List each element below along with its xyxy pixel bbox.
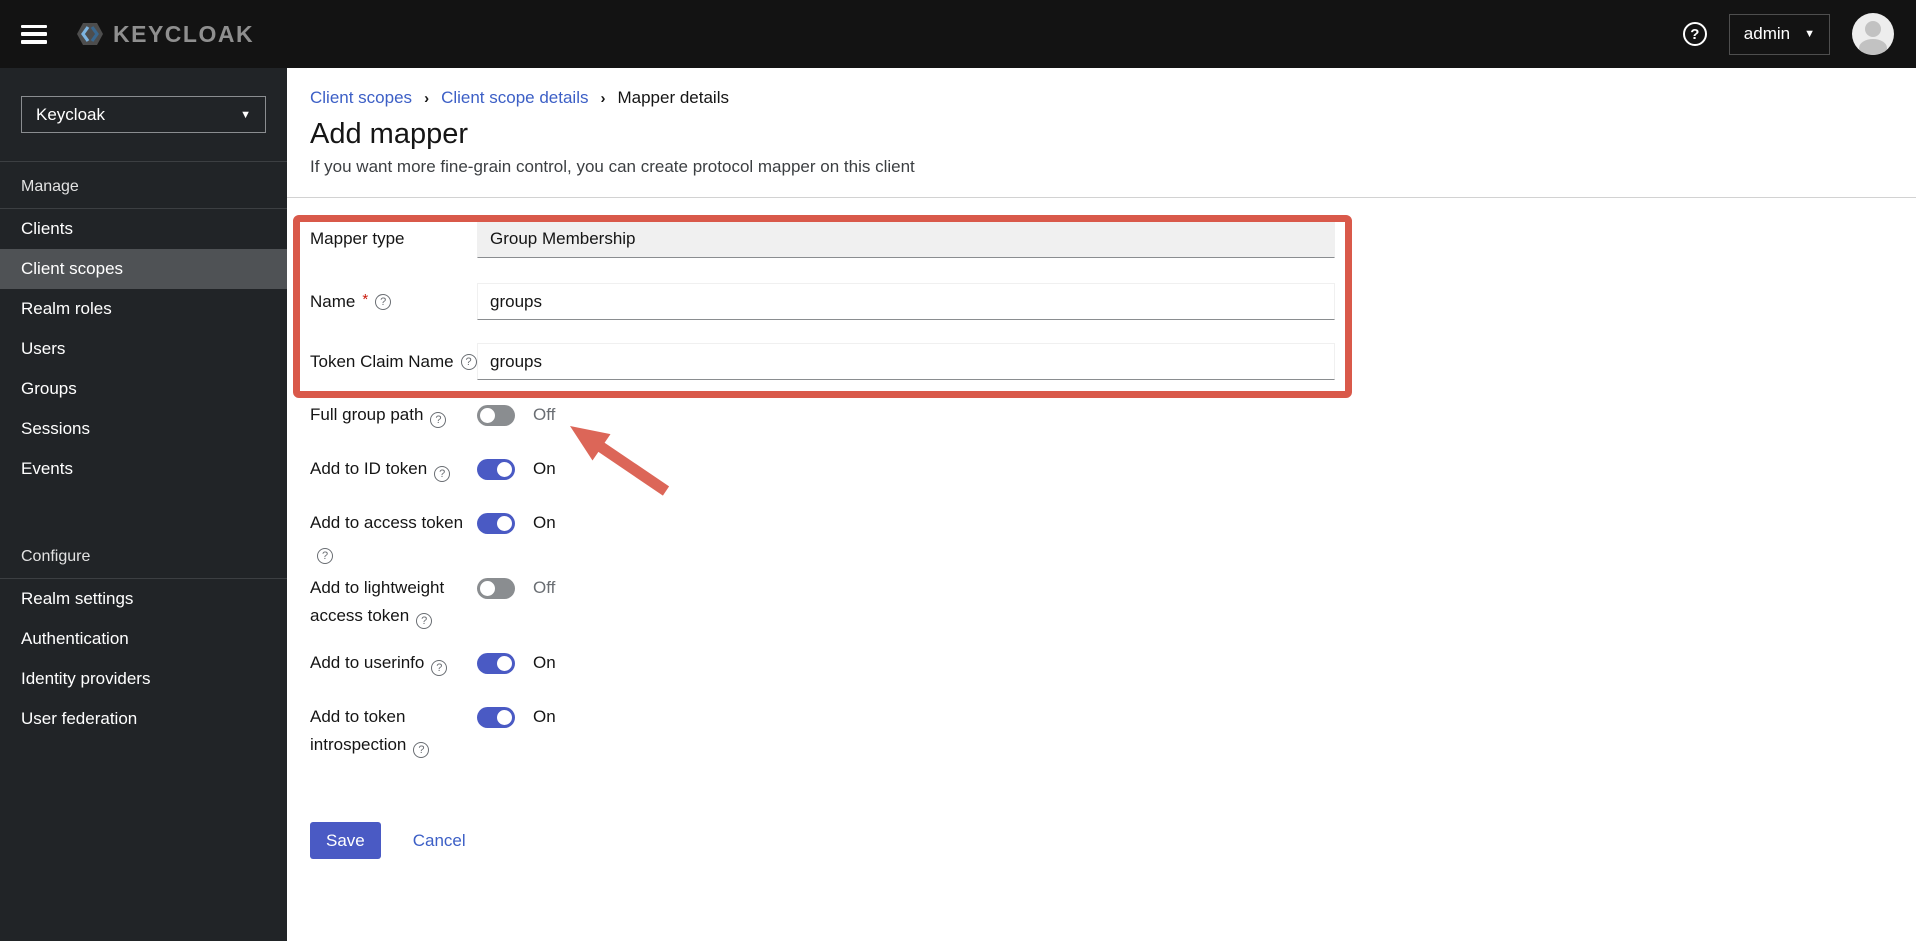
sidebar-item-realm-roles[interactable]: Realm roles	[0, 289, 287, 329]
add-to-userinfo-row: Add to userinfo? On	[310, 642, 1916, 684]
add-to-userinfo-state-label: On	[533, 653, 556, 672]
toggle-rows: Full group path? Off Add to ID token? On Add…	[310, 394, 1916, 759]
add-to-token-introspection-state-label: On	[533, 707, 556, 726]
breadcrumb-link-client-scopes[interactable]: Client scopes	[310, 88, 412, 108]
add-to-id-token-row: Add to ID token? On	[310, 448, 1916, 490]
sidebar-nav: Manage Clients Client scopes Realm roles Use…	[0, 162, 287, 739]
token-claim-name-input[interactable]	[477, 343, 1335, 380]
sidebar-item-identity-providers[interactable]: Identity providers	[0, 659, 287, 699]
sidebar-item-realm-settings[interactable]: Realm settings	[0, 579, 287, 619]
sidebar-item-users[interactable]: Users	[0, 329, 287, 369]
add-to-token-introspection-label: Add to token introspection?	[310, 696, 477, 759]
add-to-token-introspection-row: Add to token introspection? On	[310, 696, 1916, 759]
sidebar: Keycloak ▼ Manage Clients Client scopes Rea…	[0, 68, 287, 941]
avatar[interactable]	[1852, 13, 1894, 55]
divider	[287, 197, 1916, 198]
keycloak-logo: KEYCLOAK	[75, 19, 254, 49]
page-subtitle: If you want more fine-grain control, you…	[310, 157, 915, 176]
add-to-access-token-toggle[interactable]	[477, 512, 515, 534]
help-icon[interactable]: ?	[413, 742, 430, 758]
main-content: Client scopes › Client scope details › M…	[287, 68, 1916, 941]
full-group-path-state-label: Off	[533, 405, 556, 424]
required-asterisk: *	[362, 291, 369, 308]
mapper-type-label: Mapper type	[310, 229, 405, 248]
help-icon[interactable]: ?	[460, 353, 477, 370]
name-input[interactable]	[477, 283, 1335, 320]
add-to-id-token-state-label: On	[533, 459, 556, 478]
realm-selector-label: Keycloak	[36, 104, 105, 124]
sidebar-item-authentication[interactable]: Authentication	[0, 619, 287, 659]
realm-selector[interactable]: Keycloak ▼	[21, 96, 266, 133]
add-to-access-token-state-label: On	[533, 513, 556, 532]
breadcrumb-separator-icon: ›	[424, 89, 430, 107]
realm-selector-block: Keycloak ▼	[0, 68, 287, 162]
add-to-lightweight-access-token-toggle[interactable]	[477, 577, 515, 599]
full-group-path-toggle[interactable]	[477, 404, 515, 426]
token-claim-name-row: Token Claim Name ?	[310, 343, 1916, 380]
breadcrumb: Client scopes › Client scope details › M…	[310, 88, 1916, 108]
brand-text: KEYCLOAK	[113, 20, 255, 47]
help-icon[interactable]: ?	[416, 613, 433, 629]
help-icon[interactable]: ?	[317, 548, 333, 564]
token-claim-name-label: Token Claim Name ?	[310, 352, 477, 372]
user-menu-label: admin	[1743, 24, 1791, 43]
name-row: Name * ?	[310, 283, 1916, 320]
top-bar: KEYCLOAK ? admin ▼	[0, 0, 1916, 68]
add-to-access-token-row: Add to access token? On	[310, 502, 1916, 565]
cancel-button[interactable]: Cancel	[413, 831, 466, 851]
add-to-lightweight-access-token-label: Add to lightweight access token?	[310, 578, 445, 629]
breadcrumb-current: Mapper details	[617, 88, 729, 107]
mapper-type-input[interactable]	[477, 220, 1335, 258]
user-menu-dropdown[interactable]: admin ▼	[1728, 13, 1830, 55]
add-to-lightweight-access-token-state-label: Off	[533, 578, 556, 597]
save-button[interactable]: Save	[310, 822, 381, 859]
chevron-down-icon: ▼	[240, 108, 251, 121]
help-icon[interactable]: ?	[434, 466, 451, 482]
mapper-form: Mapper type Name * ? Token Claim Name ? …	[310, 220, 1916, 859]
breadcrumb-separator-icon: ›	[600, 89, 606, 107]
full-group-path-label: Full group path?	[310, 394, 477, 429]
full-group-path-row: Full group path? Off	[310, 394, 1916, 436]
mapper-type-row: Mapper type	[310, 220, 1916, 258]
breadcrumb-link-client-scope-details[interactable]: Client scope details	[441, 88, 588, 108]
help-icon[interactable]: ?	[431, 660, 448, 676]
help-icon[interactable]: ?	[1682, 22, 1707, 46]
hamburger-menu-icon[interactable]	[21, 24, 47, 44]
add-to-userinfo-toggle[interactable]	[477, 652, 515, 674]
help-icon[interactable]: ?	[375, 293, 392, 310]
page-title: Add mapper	[310, 118, 468, 150]
sidebar-item-client-scopes[interactable]: Client scopes	[0, 249, 287, 289]
add-to-id-token-toggle[interactable]	[477, 458, 515, 480]
add-to-lightweight-access-token-row: Add to lightweight access token? Off	[310, 567, 1916, 630]
sidebar-item-sessions[interactable]: Sessions	[0, 409, 287, 449]
sidebar-item-groups[interactable]: Groups	[0, 369, 287, 409]
keycloak-logo-icon	[77, 23, 103, 45]
add-to-token-introspection-toggle[interactable]	[477, 706, 515, 728]
nav-section-title-manage: Manage	[0, 162, 287, 209]
nav-section-title-configure: Configure	[0, 532, 287, 579]
add-to-userinfo-label: Add to userinfo?	[310, 642, 477, 677]
sidebar-item-clients[interactable]: Clients	[0, 209, 287, 249]
help-icon[interactable]: ?	[430, 412, 447, 428]
form-actions: Save Cancel	[310, 822, 1916, 859]
add-to-id-token-label: Add to ID token?	[310, 448, 477, 483]
sidebar-item-events[interactable]: Events	[0, 449, 287, 489]
sidebar-item-user-federation[interactable]: User federation	[0, 699, 287, 739]
add-to-access-token-label: Add to access token?	[310, 513, 464, 564]
name-label: Name * ?	[310, 291, 477, 312]
chevron-down-icon: ▼	[1804, 28, 1815, 40]
